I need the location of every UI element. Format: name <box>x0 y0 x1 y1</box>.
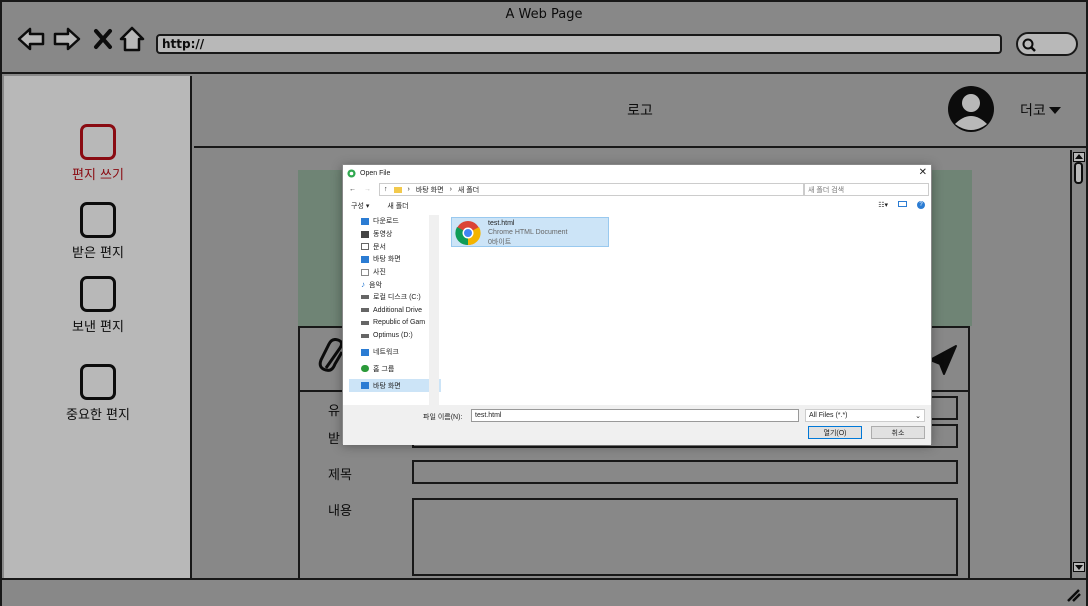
dialog-footer: 파일 이름(N): test.html All Files (*.*) ⌄ 열기(… <box>343 405 931 445</box>
breadcrumb[interactable]: ↑ › 바탕 화면 › 새 폴더 <box>379 183 805 196</box>
file-name: test.html <box>488 220 515 227</box>
tree-item[interactable]: Optimus (D:) <box>349 329 441 342</box>
drive-icon <box>361 295 369 300</box>
file-size: 0바이트 <box>488 239 512 246</box>
drive-icon <box>361 333 369 338</box>
tree-item[interactable]: ♪ 음악 <box>349 278 441 291</box>
tree-item-selected[interactable]: 바탕 화면 <box>349 379 441 392</box>
music-icon: ♪ <box>361 280 365 290</box>
help-icon[interactable]: ? <box>917 201 925 209</box>
dialog-command-bar: 구성 ▾ 새 폴더 <box>343 199 931 213</box>
tree-item[interactable]: 동영상 <box>349 228 441 241</box>
tree-item[interactable]: Additional Drive <box>349 304 441 317</box>
preview-pane-icon[interactable] <box>898 201 907 207</box>
up-arrow-icon[interactable]: ↑ <box>384 186 388 193</box>
dialog-close-icon[interactable]: ✕ <box>919 167 927 178</box>
cancel-button[interactable]: 취소 <box>871 426 925 439</box>
tree-item[interactable]: Republic of Gam <box>349 317 441 330</box>
open-file-dialog: Open File ✕ ← → ↑ › 바탕 화면 › 새 폴더 새 폴더 검색… <box>342 164 932 445</box>
document-icon <box>361 243 369 251</box>
breadcrumb-item[interactable]: 새 폴더 <box>458 185 479 195</box>
view-controls: ☷▾ ? <box>878 201 925 209</box>
view-options-icon[interactable]: ☷▾ <box>878 201 888 209</box>
folder-icon <box>393 186 402 193</box>
chevron-down-icon: ⌄ <box>915 412 921 420</box>
filetype-select[interactable]: All Files (*.*) ⌄ <box>805 409 925 422</box>
homegroup-icon <box>361 365 369 373</box>
tree-item[interactable]: 바탕 화면 <box>349 253 441 266</box>
tree-item[interactable]: 사진 <box>349 266 441 279</box>
drive-icon <box>361 308 369 313</box>
file-type: Chrome HTML Document <box>488 229 568 236</box>
tree-item[interactable]: 문서 <box>349 240 441 253</box>
chrome-icon <box>455 221 481 246</box>
new-folder-button[interactable]: 새 폴더 <box>387 201 408 211</box>
tree-item[interactable]: 네트워크 <box>349 346 441 359</box>
folder-tree: 다운로드 동영상 문서 바탕 화면 사진 ♪ 음악 로컬 디스크 (C:) Add… <box>349 215 441 405</box>
video-icon <box>361 230 369 238</box>
back-arrow-icon[interactable]: ← <box>349 186 356 193</box>
dialog-title: Open File <box>360 169 391 177</box>
app-icon <box>347 168 356 178</box>
tree-scrollbar[interactable] <box>429 215 439 405</box>
desktop-icon <box>361 255 369 263</box>
filename-label: 파일 이름(N): <box>423 414 463 421</box>
desktop-icon <box>361 382 369 390</box>
open-button[interactable]: 열기(O) <box>808 426 862 439</box>
forward-arrow-icon[interactable]: → <box>364 186 371 193</box>
organize-button[interactable]: 구성 ▾ <box>351 201 369 211</box>
network-icon <box>361 348 369 356</box>
dialog-search-input[interactable]: 새 폴더 검색 <box>803 183 929 196</box>
dialog-titlebar: Open File ✕ <box>343 165 931 181</box>
breadcrumb-item[interactable]: 바탕 화면 <box>416 185 444 195</box>
file-item[interactable]: test.html Chrome HTML Document 0바이트 <box>451 217 609 247</box>
pictures-icon <box>361 268 369 276</box>
tree-item[interactable]: 로컬 디스크 (C:) <box>349 291 441 304</box>
filename-input[interactable]: test.html <box>471 409 799 422</box>
tree-item[interactable]: 홈 그룹 <box>349 363 441 376</box>
tree-item[interactable]: 다운로드 <box>349 215 441 228</box>
drive-icon <box>361 320 369 325</box>
download-icon <box>361 217 369 225</box>
